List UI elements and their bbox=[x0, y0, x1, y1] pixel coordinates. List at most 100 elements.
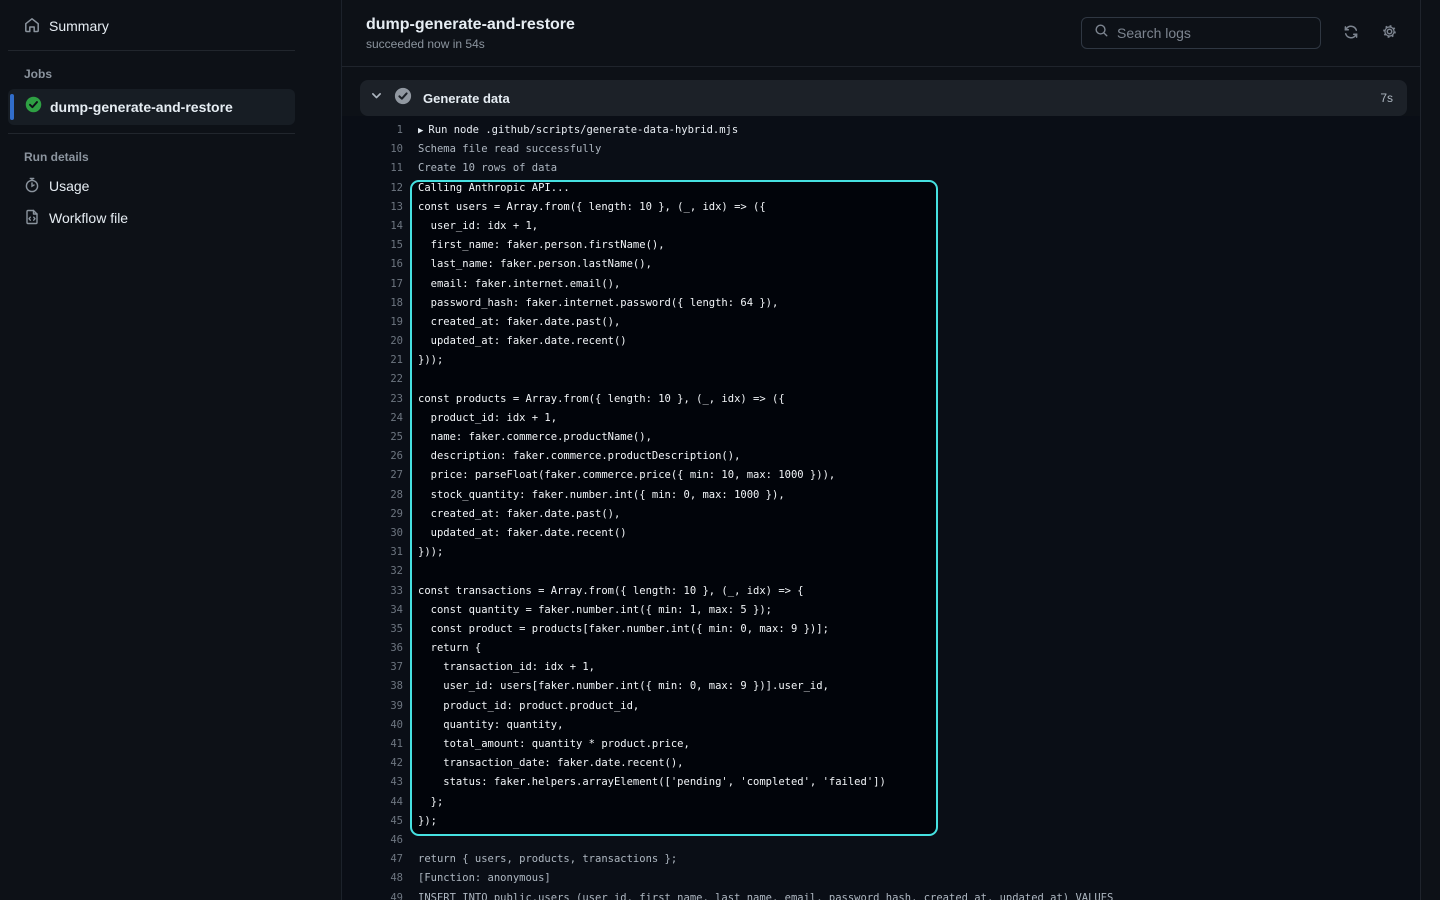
jobs-heading: Jobs bbox=[0, 59, 341, 87]
log-line-number[interactable]: 24 bbox=[342, 409, 403, 428]
log-line: 47return { users, products, transactions… bbox=[342, 850, 1420, 869]
log-line-number[interactable]: 29 bbox=[342, 505, 403, 524]
search-logs-input[interactable] bbox=[1117, 25, 1308, 41]
log-line: 14 user_id: idx + 1, bbox=[342, 217, 1420, 236]
log-line-number[interactable]: 49 bbox=[342, 889, 403, 900]
sidebar-item-summary[interactable]: Summary bbox=[8, 10, 295, 42]
log-line: 49INSERT INTO public.users (user_id, fir… bbox=[342, 889, 1420, 900]
log-line: 40 quantity: quantity, bbox=[342, 716, 1420, 735]
log-line-number[interactable]: 21 bbox=[342, 351, 403, 370]
log-line: 38 user_id: users[faker.number.int({ min… bbox=[342, 677, 1420, 696]
log-line-number[interactable]: 23 bbox=[342, 390, 403, 409]
log-line-text: total_amount: quantity * product.price, bbox=[403, 735, 690, 754]
log-line: 17 email: faker.internet.email(), bbox=[342, 275, 1420, 294]
log-line-text: stock_quantity: faker.number.int({ min: … bbox=[403, 486, 785, 505]
main-area: dump-generate-and-restore succeeded now … bbox=[342, 0, 1440, 900]
log-line-text: const quantity = faker.number.int({ min:… bbox=[403, 601, 772, 620]
log-line-number[interactable]: 38 bbox=[342, 677, 403, 696]
log-line-text: description: faker.commerce.productDescr… bbox=[403, 447, 740, 466]
log-line-number[interactable]: 14 bbox=[342, 217, 403, 236]
log-line-number[interactable]: 47 bbox=[342, 850, 403, 869]
scroll-gutter[interactable] bbox=[1421, 0, 1440, 900]
log-area: 1▶Run node .github/scripts/generate-data… bbox=[342, 116, 1420, 900]
page-title: dump-generate-and-restore bbox=[366, 16, 575, 34]
log-line-number[interactable]: 20 bbox=[342, 332, 403, 351]
log-line-number[interactable]: 27 bbox=[342, 466, 403, 485]
log-line: 27 price: parseFloat(faker.commerce.pric… bbox=[342, 466, 1420, 485]
log-line-number[interactable]: 45 bbox=[342, 812, 403, 831]
step-duration: 7s bbox=[1380, 91, 1393, 105]
log-line-text: }); bbox=[403, 812, 437, 831]
log-line-number[interactable]: 18 bbox=[342, 294, 403, 313]
log-line-text: const users = Array.from({ length: 10 },… bbox=[403, 198, 766, 217]
log-line-number[interactable]: 12 bbox=[342, 179, 403, 198]
log-line-text: created_at: faker.date.past(), bbox=[403, 313, 620, 332]
log-line-number[interactable]: 34 bbox=[342, 601, 403, 620]
header-controls bbox=[1081, 17, 1398, 49]
log-line-text: Calling Anthropic API... bbox=[403, 179, 570, 198]
log-line-number[interactable]: 37 bbox=[342, 658, 403, 677]
log-line-number[interactable]: 42 bbox=[342, 754, 403, 773]
log-line-number[interactable]: 39 bbox=[342, 697, 403, 716]
sidebar-divider bbox=[8, 50, 295, 51]
log-line-number[interactable]: 32 bbox=[342, 562, 403, 581]
log-line: 10Schema file read successfully bbox=[342, 140, 1420, 159]
log-line: 29 created_at: faker.date.past(), bbox=[342, 505, 1420, 524]
log-line-number[interactable]: 35 bbox=[342, 620, 403, 639]
log-line: 23const products = Array.from({ length: … bbox=[342, 390, 1420, 409]
sidebar-divider bbox=[8, 133, 295, 134]
log-line-number[interactable]: 1 bbox=[342, 121, 403, 140]
log-line: 36 return { bbox=[342, 639, 1420, 658]
log-line-number[interactable]: 43 bbox=[342, 773, 403, 792]
log-line-number[interactable]: 36 bbox=[342, 639, 403, 658]
step-header-generate-data[interactable]: Generate data 7s bbox=[360, 80, 1407, 116]
log-line-text: password_hash: faker.internet.password({… bbox=[403, 294, 778, 313]
search-logs-box[interactable] bbox=[1081, 17, 1321, 49]
log-line-text: })); bbox=[403, 543, 443, 562]
log-line-text bbox=[403, 831, 418, 850]
log-line-number[interactable]: 30 bbox=[342, 524, 403, 543]
log-line-number[interactable]: 33 bbox=[342, 582, 403, 601]
log-line-number[interactable]: 25 bbox=[342, 428, 403, 447]
log-line-number[interactable]: 13 bbox=[342, 198, 403, 217]
log-line-text: quantity: quantity, bbox=[403, 716, 563, 735]
expand-group-icon[interactable]: ▶ bbox=[418, 126, 423, 136]
sync-icon bbox=[1343, 24, 1359, 43]
log-line-number[interactable]: 28 bbox=[342, 486, 403, 505]
log-line-text: user_id: users[faker.number.int({ min: 0… bbox=[403, 677, 829, 696]
check-circle-icon bbox=[394, 87, 412, 110]
log-line-number[interactable]: 10 bbox=[342, 140, 403, 159]
log-line: 34 const quantity = faker.number.int({ m… bbox=[342, 601, 1420, 620]
log-line-number[interactable]: 46 bbox=[342, 831, 403, 850]
log-line: 45}); bbox=[342, 812, 1420, 831]
log-line: 1▶Run node .github/scripts/generate-data… bbox=[342, 121, 1420, 140]
log-line: 39 product_id: product.product_id, bbox=[342, 697, 1420, 716]
sidebar-item-job[interactable]: dump-generate-and-restore bbox=[8, 89, 295, 125]
check-circle-icon bbox=[25, 96, 42, 118]
log-line-number[interactable]: 41 bbox=[342, 735, 403, 754]
log-line-number[interactable]: 44 bbox=[342, 793, 403, 812]
log-line-text: product_id: product.product_id, bbox=[403, 697, 639, 716]
log-line-number[interactable]: 26 bbox=[342, 447, 403, 466]
log-line-text: return { bbox=[403, 639, 481, 658]
log-line-text: const product = products[faker.number.in… bbox=[403, 620, 829, 639]
log-line-number[interactable]: 22 bbox=[342, 370, 403, 389]
log-line-number[interactable]: 15 bbox=[342, 236, 403, 255]
log-line: 33const transactions = Array.from({ leng… bbox=[342, 582, 1420, 601]
log-line-number[interactable]: 48 bbox=[342, 869, 403, 888]
log-line-number[interactable]: 11 bbox=[342, 159, 403, 178]
log-line-text: updated_at: faker.date.recent() bbox=[403, 524, 627, 543]
log-settings-button[interactable] bbox=[1381, 23, 1398, 43]
log-line-number[interactable]: 40 bbox=[342, 716, 403, 735]
sidebar-item-usage[interactable]: Usage bbox=[8, 170, 295, 202]
log-line-text bbox=[403, 370, 418, 389]
log-line-number[interactable]: 31 bbox=[342, 543, 403, 562]
log-line-number[interactable]: 17 bbox=[342, 275, 403, 294]
sidebar-item-workflow-file[interactable]: Workflow file bbox=[8, 202, 295, 234]
log-line-number[interactable]: 19 bbox=[342, 313, 403, 332]
chevron-down-icon[interactable] bbox=[370, 89, 383, 107]
log-line-number[interactable]: 16 bbox=[342, 255, 403, 274]
refresh-logs-button[interactable] bbox=[1343, 24, 1359, 43]
log-line-text: updated_at: faker.date.recent() bbox=[403, 332, 627, 351]
log-line-text: user_id: idx + 1, bbox=[403, 217, 538, 236]
